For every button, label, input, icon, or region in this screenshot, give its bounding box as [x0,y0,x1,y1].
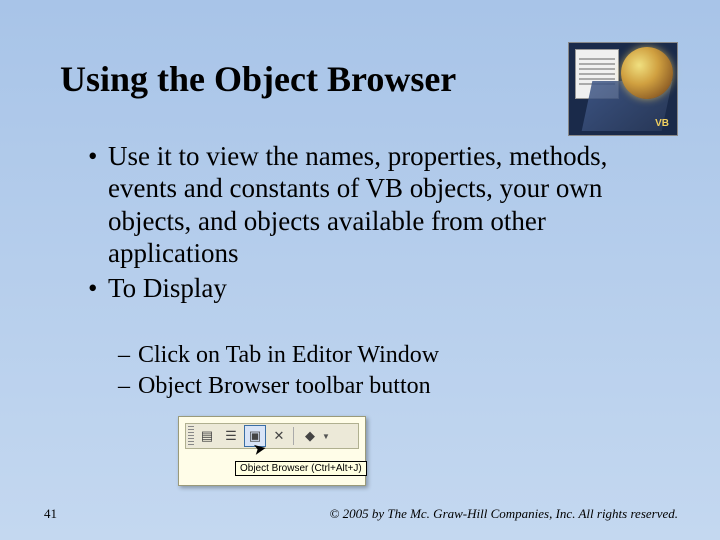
bullet-item: Use it to view the names, properties, me… [88,140,628,270]
main-bullets: Use it to view the names, properties, me… [88,140,628,306]
dropdown-arrow-icon: ▼ [322,432,330,441]
corner-decoration: VB [568,42,678,136]
vb-label: VB [655,118,669,129]
toolbar-strip: ▤ ☰ ▣ ✕ ◆ ▼ [185,423,359,449]
slide-title: Using the Object Browser [60,58,456,100]
sub-bullets: Click on Tab in Editor Window Object Bro… [118,340,638,402]
properties-icon: ☰ [220,425,242,447]
object-browser-icon: ▣ [244,425,266,447]
toolbox-icon: ✕ [268,425,290,447]
bullet-item: To Display [88,272,628,304]
page-number: 41 [44,506,57,522]
toolbar-grip [188,426,194,446]
sub-bullet-item: Object Browser toolbar button [118,371,638,402]
toolbar-separator [293,427,294,445]
copyright: © 2005 by The Mc. Graw-Hill Companies, I… [329,506,678,522]
extra-icon: ◆ [299,425,321,447]
globe-icon [621,47,673,99]
project-icon: ▤ [196,425,218,447]
tooltip: Object Browser (Ctrl+Alt+J) [235,461,367,476]
sub-bullet-item: Click on Tab in Editor Window [118,340,638,371]
toolbar-screenshot: ▤ ☰ ▣ ✕ ◆ ▼ ➤ Object Browser (Ctrl+Alt+J… [178,416,366,486]
